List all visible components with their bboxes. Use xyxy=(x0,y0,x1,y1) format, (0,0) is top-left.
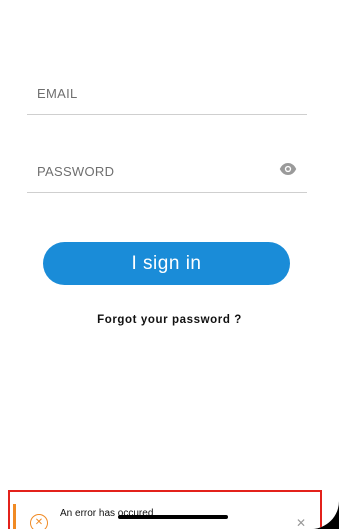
toast-accent-bar xyxy=(13,504,16,529)
password-field[interactable]: PASSWORD xyxy=(27,162,307,193)
email-field[interactable]: EMAIL xyxy=(27,84,307,115)
error-circle-icon: ✕ xyxy=(30,514,48,529)
email-placeholder: EMAIL xyxy=(37,86,78,101)
forgot-password-link[interactable]: Forgot your password ? xyxy=(0,314,339,326)
error-toast: ✕ An error has occured ✕ xyxy=(8,490,322,529)
sign-in-button[interactable]: I sign in xyxy=(43,242,290,285)
eye-icon[interactable] xyxy=(279,160,297,178)
close-icon[interactable]: ✕ xyxy=(296,516,306,529)
password-placeholder: PASSWORD xyxy=(37,164,115,179)
login-screen: EMAIL PASSWORD I sign in Forgot your pas… xyxy=(0,0,339,529)
home-indicator[interactable] xyxy=(118,515,228,519)
